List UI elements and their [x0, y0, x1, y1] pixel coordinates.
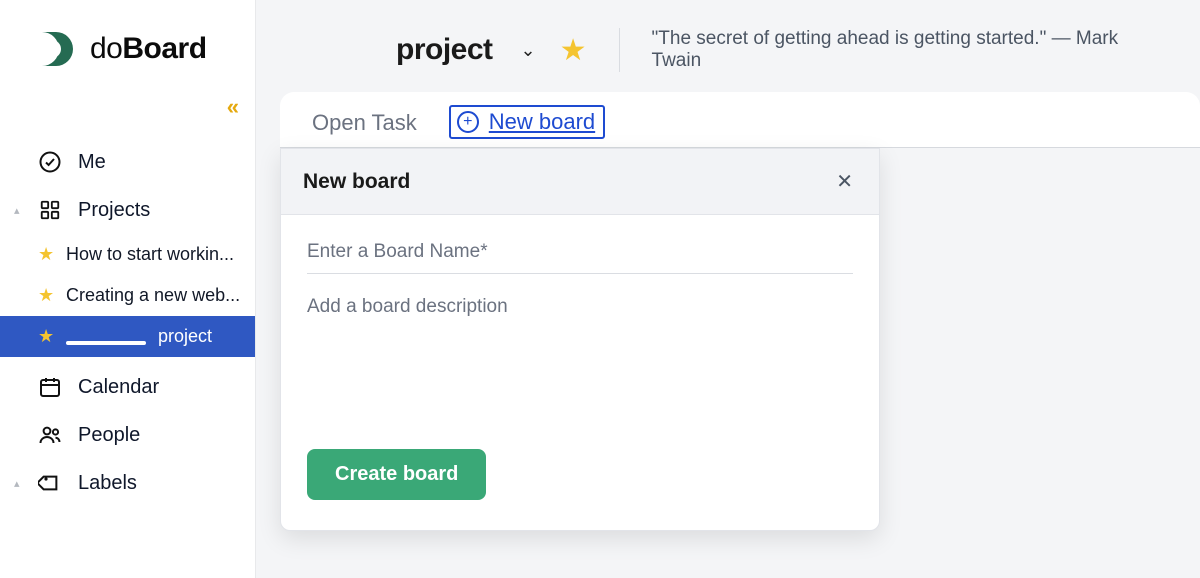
nav-label: Labels — [78, 472, 137, 495]
tab-new-board-label: New board — [489, 109, 595, 135]
nav-label: Projects — [78, 199, 150, 222]
sidebar-item-me[interactable]: Me — [0, 138, 255, 186]
top-bar: project ⌄ ★ "The secret of getting ahead… — [256, 0, 1200, 72]
people-icon — [38, 423, 62, 447]
modal-body: Create board — [281, 215, 879, 530]
divider — [619, 28, 620, 72]
create-board-button[interactable]: Create board — [307, 449, 486, 500]
tab-new-board[interactable]: + New board — [449, 105, 605, 139]
grid-icon — [38, 198, 62, 222]
calendar-icon — [38, 375, 62, 399]
nav-label: Calendar — [78, 376, 159, 399]
sidebar: doBoard « Me ▴ — [0, 0, 256, 578]
nav-label: People — [78, 424, 140, 447]
star-icon: ★ — [38, 244, 56, 265]
brand-logo-icon — [36, 28, 78, 70]
sidebar-item-labels[interactable]: ▴ Labels — [0, 459, 255, 507]
chevron-down-icon[interactable]: ⌄ — [521, 40, 536, 61]
sidebar-collapse-button[interactable]: « — [0, 94, 255, 130]
board-name-input[interactable] — [307, 237, 853, 274]
sidebar-item-projects[interactable]: ▴ Projects — [0, 186, 255, 234]
project-item-active[interactable]: ★ project — [0, 316, 255, 357]
project-item[interactable]: ★ Creating a new web... — [0, 275, 255, 316]
modal-title: New board — [303, 170, 410, 194]
motivational-quote: "The secret of getting ahead is getting … — [652, 28, 1172, 72]
chevron-up-icon: ▴ — [14, 477, 20, 490]
star-icon[interactable]: ★ — [560, 33, 587, 68]
tag-icon — [38, 471, 62, 495]
new-board-modal: New board ✕ Create board — [280, 148, 880, 531]
check-circle-icon — [38, 150, 62, 174]
tab-open-task[interactable]: Open Task — [312, 110, 417, 146]
star-icon: ★ — [38, 285, 56, 306]
project-item-label: How to start workin... — [66, 244, 234, 265]
project-item[interactable]: ★ How to start workin... — [0, 234, 255, 275]
project-title: project — [396, 33, 493, 67]
projects-list: ★ How to start workin... ★ Creating a ne… — [0, 234, 255, 357]
redacted-text — [66, 341, 146, 345]
board-tabs: Open Task + New board — [280, 92, 1200, 148]
sidebar-nav: Me ▴ Projects ★ How to start work — [0, 138, 255, 507]
sidebar-item-people[interactable]: People — [0, 411, 255, 459]
star-icon: ★ — [38, 326, 56, 347]
brand-logo-text: doBoard — [90, 32, 207, 66]
board-description-input[interactable] — [307, 274, 853, 444]
chevron-left-double-icon: « — [227, 94, 235, 120]
project-item-label: project — [158, 326, 212, 347]
close-icon[interactable]: ✕ — [832, 165, 857, 198]
chevron-up-icon: ▴ — [14, 204, 20, 217]
plus-circle-icon: + — [457, 111, 479, 133]
project-item-label: Creating a new web... — [66, 285, 240, 306]
modal-header: New board ✕ — [281, 149, 879, 215]
brand-logo[interactable]: doBoard — [0, 0, 255, 94]
main-area: project ⌄ ★ "The secret of getting ahead… — [256, 0, 1200, 578]
board-area: Open Task + New board New board ✕ Create… — [280, 92, 1200, 148]
sidebar-item-calendar[interactable]: Calendar — [0, 363, 255, 411]
nav-label: Me — [78, 151, 106, 174]
